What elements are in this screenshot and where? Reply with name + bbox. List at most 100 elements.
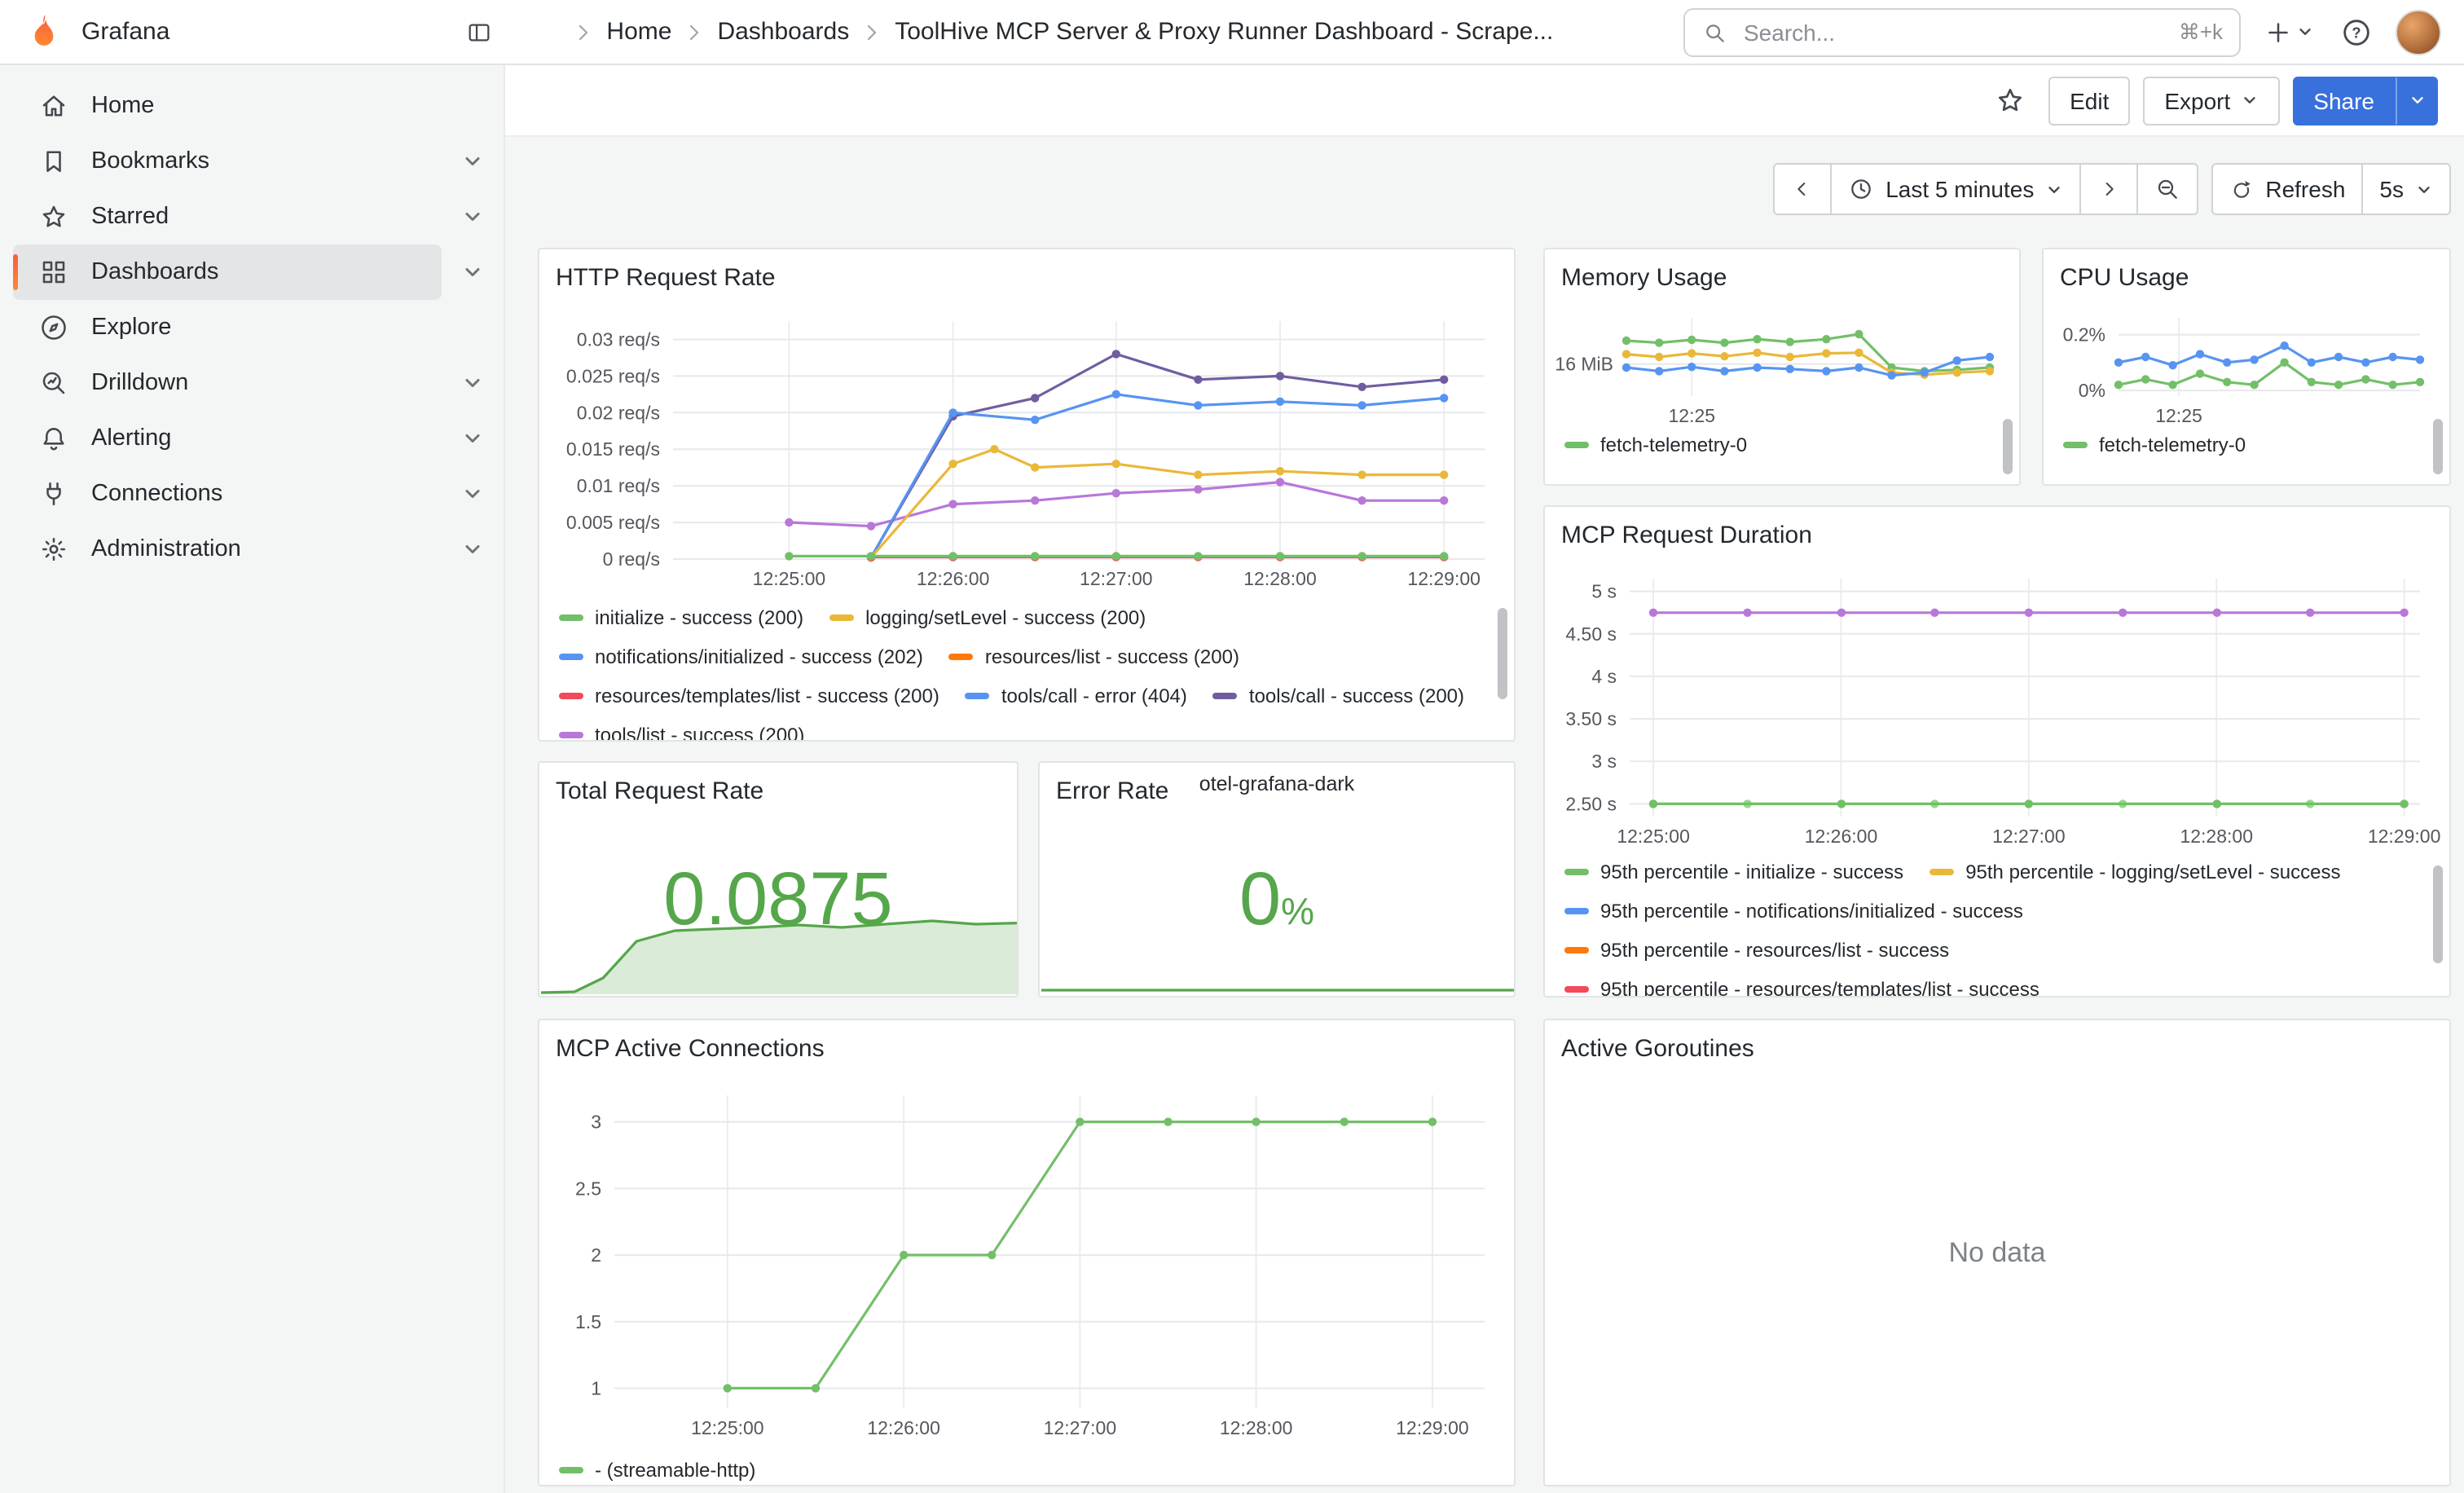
breadcrumb-item[interactable]: Dashboards bbox=[675, 18, 849, 46]
mcp-active-connections-chart[interactable]: 11.522.5312:25:0012:26:0012:27:0012:28:0… bbox=[549, 1072, 1507, 1451]
panel-title[interactable]: MCP Active Connections bbox=[539, 1020, 1514, 1063]
sidebar-item-starred: Starred bbox=[0, 189, 504, 244]
time-back-button[interactable] bbox=[1773, 163, 1832, 215]
cpu-usage-chart[interactable]: 0.2%0%12:25 bbox=[2050, 305, 2446, 422]
svg-text:0.005 req/s: 0.005 req/s bbox=[566, 512, 660, 533]
svg-text:0.015 req/s: 0.015 req/s bbox=[566, 438, 660, 460]
sidebar-item-button[interactable]: Home bbox=[13, 78, 442, 134]
sidebar-item-button[interactable]: Connections bbox=[13, 466, 442, 522]
series-marker bbox=[1564, 908, 1589, 914]
legend-item-95th-percentile-notifications-initialized-success[interactable]: 95th percentile - notifications/initiali… bbox=[1564, 898, 2023, 924]
user-avatar[interactable] bbox=[2396, 9, 2441, 55]
sidebar-item-button[interactable]: Drilldown bbox=[13, 355, 442, 411]
svg-text:0.2%: 0.2% bbox=[2063, 324, 2105, 346]
legend-scrollbar[interactable] bbox=[1498, 608, 1507, 699]
zoom-out-button[interactable] bbox=[2136, 163, 2198, 215]
panel-title[interactable]: Memory Usage bbox=[1545, 249, 2019, 292]
sidebar-expand-button[interactable] bbox=[442, 355, 504, 411]
share-button[interactable]: Share bbox=[2292, 76, 2396, 125]
svg-text:12:25: 12:25 bbox=[2155, 405, 2202, 422]
legend-scrollbar[interactable] bbox=[2433, 419, 2443, 474]
chevron-down-icon bbox=[461, 261, 484, 284]
svg-text:3 s: 3 s bbox=[1591, 751, 1617, 772]
grafana-logo[interactable] bbox=[23, 11, 65, 53]
series-marker bbox=[559, 732, 583, 738]
chevron-down-icon bbox=[2296, 23, 2314, 41]
series-marker bbox=[559, 693, 583, 699]
legend-item-tools-call-success-200[interactable]: tools/call - success (200) bbox=[1213, 683, 1464, 709]
chevron-down-icon bbox=[2240, 91, 2258, 109]
svg-text:0.02 req/s: 0.02 req/s bbox=[577, 402, 660, 423]
panel-title[interactable]: HTTP Request Rate bbox=[539, 249, 1514, 292]
http-request-rate-chart[interactable]: 0 req/s0.005 req/s0.01 req/s0.015 req/s0… bbox=[549, 302, 1507, 595]
sidebar-expand-button[interactable] bbox=[442, 411, 504, 466]
sidebar-expand-button[interactable] bbox=[442, 189, 504, 244]
sidebar-item-button[interactable]: Alerting bbox=[13, 411, 442, 466]
legend-item-logging-setlevel-success-200[interactable]: logging/setLevel - success (200) bbox=[829, 605, 1146, 631]
sidebar-expand-button[interactable] bbox=[442, 522, 504, 577]
legend-item-notifications-initialized-success-202[interactable]: notifications/initialized - success (202… bbox=[559, 644, 923, 670]
series-marker bbox=[559, 654, 583, 660]
panel-mcp-active-connections: MCP Active Connections 11.522.5312:25:00… bbox=[538, 1019, 1516, 1486]
legend-item-fetch-telemetry-0[interactable]: fetch-telemetry-0 bbox=[1564, 432, 1747, 458]
search-input[interactable] bbox=[1740, 17, 2166, 46]
legend-item-initialize-success-200[interactable]: initialize - success (200) bbox=[559, 605, 803, 631]
legend-item-resources-list-success-200[interactable]: resources/list - success (200) bbox=[949, 644, 1239, 670]
panel-title[interactable]: Total Request Rate bbox=[539, 763, 1017, 805]
legend-scrollbar[interactable] bbox=[2433, 865, 2443, 963]
sidebar-item-button[interactable]: Dashboards bbox=[13, 244, 442, 300]
svg-text:1: 1 bbox=[591, 1377, 601, 1398]
sidebar-expand-button[interactable] bbox=[442, 466, 504, 522]
sidebar-expand-button[interactable] bbox=[442, 244, 504, 300]
refresh-interval-dropdown[interactable]: 5s bbox=[2361, 163, 2451, 215]
legend-item-streamable-http[interactable]: - (streamable-http) bbox=[559, 1457, 755, 1483]
sidebar-item-administration: Administration bbox=[0, 522, 504, 577]
share-menu-button[interactable] bbox=[2396, 76, 2438, 125]
legend-item-resources-templates-list-success-200[interactable]: resources/templates/list - success (200) bbox=[559, 683, 939, 709]
panel-title[interactable]: CPU Usage bbox=[2044, 249, 2449, 292]
breadcrumb-item[interactable]: Home bbox=[564, 18, 671, 46]
svg-text:2.50 s: 2.50 s bbox=[1565, 793, 1617, 814]
legend-item-95th-percentile-resources-list-success[interactable]: 95th percentile - resources/list - succe… bbox=[1564, 937, 1949, 963]
svg-text:?: ? bbox=[2352, 24, 2361, 41]
refresh-button[interactable]: Refresh bbox=[2211, 163, 2363, 215]
mcp-request-duration-chart[interactable]: 5 s4.50 s4 s3.50 s3 s2.50 s12:25:0012:26… bbox=[1551, 562, 2446, 852]
gear-icon bbox=[39, 535, 68, 564]
time-range-picker[interactable]: Last 5 minutes bbox=[1830, 163, 2081, 215]
series-marker bbox=[1564, 986, 1589, 993]
svg-text:0.025 req/s: 0.025 req/s bbox=[566, 365, 660, 386]
legend-item-tools-list-success-200[interactable]: tools/list - success (200) bbox=[559, 722, 804, 740]
sidebar-toggle-icon[interactable] bbox=[456, 9, 502, 55]
favorite-star-button[interactable] bbox=[1985, 76, 2035, 125]
legend-item-tools-call-error-404[interactable]: tools/call - error (404) bbox=[966, 683, 1187, 709]
star-icon bbox=[39, 202, 68, 231]
search-box[interactable]: ⌘+k bbox=[1683, 7, 2241, 56]
sidebar-item-button[interactable]: Starred bbox=[13, 189, 442, 244]
memory-usage-chart[interactable]: 16 MiB12:25 bbox=[1551, 305, 2016, 422]
time-forward-button[interactable] bbox=[2079, 163, 2138, 215]
sidebar-expand-button[interactable] bbox=[442, 134, 504, 189]
series-marker bbox=[966, 693, 990, 699]
refresh-group: Refresh 5s bbox=[2211, 163, 2451, 215]
chevron-down-icon bbox=[2415, 180, 2433, 198]
home-icon bbox=[39, 91, 68, 121]
legend-scrollbar[interactable] bbox=[2003, 419, 2013, 474]
svg-text:12:27:00: 12:27:00 bbox=[1992, 826, 2066, 847]
export-button[interactable]: Export bbox=[2143, 76, 2279, 125]
legend-item-95th-percentile-initialize-success[interactable]: 95th percentile - initialize - success bbox=[1564, 859, 1903, 885]
chevron-right-icon bbox=[681, 19, 707, 45]
breadcrumb-item[interactable]: ToolHive MCP Server & Proxy Runner Dashb… bbox=[852, 18, 1553, 46]
panel-title[interactable]: MCP Request Duration bbox=[1545, 507, 2449, 549]
add-button[interactable] bbox=[2260, 14, 2317, 50]
sidebar: Home Bookmarks Starred bbox=[0, 65, 505, 1493]
legend-item-95th-percentile-resources-templates-list-success[interactable]: 95th percentile - resources/templates/li… bbox=[1564, 976, 2039, 996]
help-button[interactable]: ? bbox=[2337, 12, 2376, 51]
edit-button[interactable]: Edit bbox=[2048, 76, 2130, 125]
legend-item-fetch-telemetry-0[interactable]: fetch-telemetry-0 bbox=[2063, 432, 2246, 458]
sidebar-item-button[interactable]: Administration bbox=[13, 522, 442, 577]
sidebar-item-button[interactable]: Explore bbox=[13, 300, 442, 355]
sidebar-item-button[interactable]: Bookmarks bbox=[13, 134, 442, 189]
chevron-down-icon bbox=[461, 372, 484, 394]
legend-item-95th-percentile-logging-setlevel-success[interactable]: 95th percentile - logging/setLevel - suc… bbox=[1929, 859, 2340, 885]
sidebar-item-connections: Connections bbox=[0, 466, 504, 522]
